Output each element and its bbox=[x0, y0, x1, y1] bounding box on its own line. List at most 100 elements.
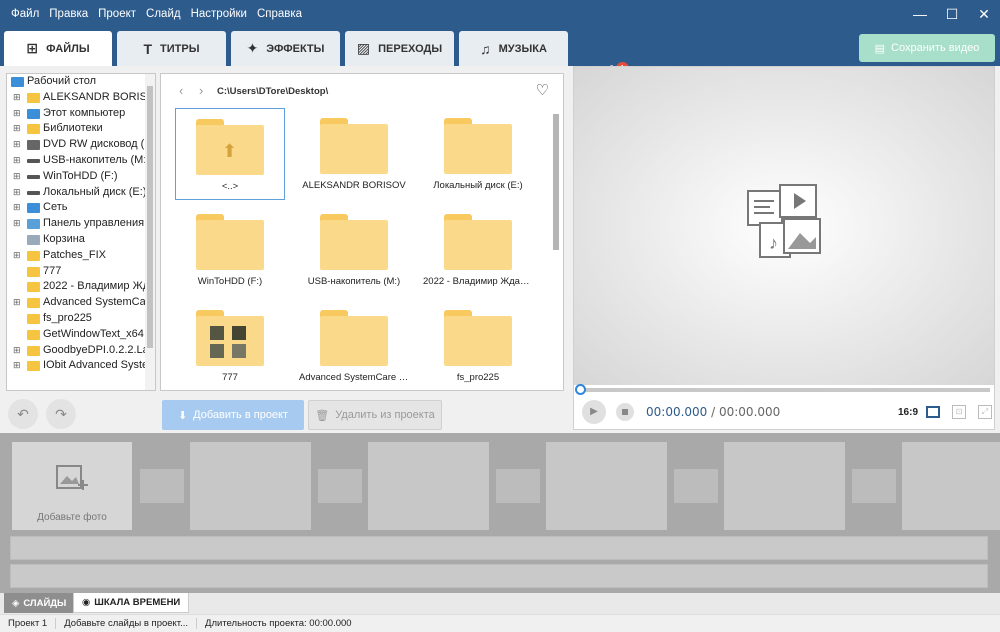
file-item-parent[interactable]: ⬆ <..> bbox=[175, 108, 285, 200]
snapshot-icon[interactable]: ⊡ bbox=[952, 405, 966, 419]
folder-icon bbox=[320, 214, 388, 270]
tree-item[interactable]: ⊞ Этот компьютер bbox=[7, 106, 155, 122]
audio-track[interactable] bbox=[10, 564, 988, 588]
empty-slide-slot[interactable] bbox=[902, 442, 1000, 530]
file-item[interactable]: WinToHDD (F:) bbox=[175, 204, 285, 296]
file-item[interactable]: USB-накопитель (M:) bbox=[299, 204, 409, 296]
tree-item[interactable]: Корзина bbox=[7, 232, 155, 248]
tab-effects[interactable]: ✦ ЭФФЕКТЫ bbox=[231, 31, 340, 66]
status-hint: Добавьте слайды в проект... bbox=[56, 618, 198, 629]
minimize-icon[interactable]: — bbox=[904, 0, 936, 28]
files-plus-icon: ⊞ bbox=[26, 40, 39, 56]
tree-item[interactable]: ⊞ Patches_FIX bbox=[7, 248, 155, 264]
forward-arrow-icon[interactable]: › bbox=[199, 83, 203, 98]
slides-timeline: Добавьте фото bbox=[0, 433, 1000, 593]
add-photo-slot[interactable]: Добавьте фото bbox=[12, 442, 132, 530]
maximize-icon[interactable]: ☐ bbox=[936, 0, 968, 28]
undo-button[interactable]: ↶ bbox=[8, 399, 38, 429]
computer-icon bbox=[27, 108, 40, 119]
tree-item[interactable]: ⊞ Панель управления bbox=[7, 216, 155, 232]
tree-root[interactable]: Рабочий стол bbox=[7, 74, 155, 90]
tree-item[interactable]: ⊞ Advanced SystemCar bbox=[7, 295, 155, 311]
tab-music[interactable]: ♫ МУЗЫКА bbox=[459, 31, 568, 66]
menu-slide[interactable]: Слайд bbox=[141, 0, 186, 28]
tree-item[interactable]: ⊞ WinToHDD (F:) bbox=[7, 169, 155, 185]
file-item[interactable]: Advanced SystemCare Pro... bbox=[299, 300, 409, 392]
tree-item[interactable]: ⊞ Сеть bbox=[7, 200, 155, 216]
save-icon: ▤ bbox=[874, 42, 886, 55]
files-scrollbar[interactable] bbox=[551, 114, 561, 390]
view-tabs: ◈ СЛАЙДЫ ◉ ШКАЛА ВРЕМЕНИ bbox=[0, 593, 1000, 614]
tab-transitions[interactable]: ▨ ПЕРЕХОДЫ bbox=[345, 31, 454, 66]
menu-settings[interactable]: Настройки bbox=[186, 0, 252, 28]
main-tabbar: ⊞ ФАЙЛЫ T ТИТРЫ ✦ ЭФФЕКТЫ ▨ ПЕРЕХОДЫ ♫ МУЗЫКА… bbox=[0, 28, 1000, 80]
file-item[interactable]: 777 bbox=[175, 300, 285, 392]
player-controls: ▶ 00:00.000 / 00:00.000 16:9 ⊡ ⤢ bbox=[582, 400, 992, 424]
desktop-icon bbox=[11, 77, 24, 87]
download-icon: ⬇ bbox=[177, 409, 188, 422]
tab-timeline[interactable]: ◉ ШКАЛА ВРЕМЕНИ bbox=[73, 593, 190, 613]
folder-icon bbox=[196, 214, 264, 270]
back-arrow-icon[interactable]: ‹ bbox=[179, 83, 183, 98]
tree-item[interactable]: ⊞ Локальный диск (E:) bbox=[7, 185, 155, 201]
drive-icon bbox=[27, 158, 40, 163]
fullscreen-icon[interactable]: ⤢ bbox=[978, 405, 992, 419]
play-button[interactable]: ▶ bbox=[582, 400, 606, 424]
menu-project[interactable]: Проект bbox=[93, 0, 141, 28]
tree-item[interactable]: 777 bbox=[7, 264, 155, 280]
effects-star-icon: ✦ bbox=[246, 40, 259, 56]
file-item[interactable]: 2022 - Владимир Ждамир... bbox=[423, 204, 533, 296]
empty-slide-slot[interactable] bbox=[724, 442, 845, 530]
folder-icon bbox=[320, 118, 388, 174]
status-bar: Проект 1 Добавьте слайды в проект... Дли… bbox=[0, 614, 1000, 632]
tree-item[interactable]: ⊞ Библиотеки bbox=[7, 121, 155, 137]
drive-icon bbox=[27, 174, 40, 179]
add-image-icon bbox=[56, 465, 88, 490]
folder-icon bbox=[27, 124, 40, 135]
folder-icon bbox=[444, 118, 512, 174]
tree-item[interactable]: 2022 - Владимир Жда bbox=[7, 279, 155, 295]
undo-icon: ↶ bbox=[17, 406, 29, 422]
heart-icon[interactable]: ♡ bbox=[536, 81, 549, 99]
file-item[interactable]: fs_pro225 bbox=[423, 300, 533, 392]
status-duration: Длительность проекта: 00:00.000 bbox=[205, 618, 352, 629]
files-panel: Рабочий стол ⊞ ALEKSANDR BORISOV ⊞ Этот ко… bbox=[0, 66, 570, 430]
empty-slide-slot[interactable] bbox=[190, 442, 311, 530]
menu-help[interactable]: Справка bbox=[252, 0, 307, 28]
tree-item[interactable]: ⊞ GoodbyeDPI.0.2.2.La bbox=[7, 343, 155, 359]
folder-icon bbox=[27, 282, 40, 293]
playback-progress[interactable] bbox=[575, 384, 990, 395]
audio-track[interactable] bbox=[10, 536, 988, 560]
redo-button[interactable]: ↷ bbox=[46, 399, 76, 429]
tree-item[interactable]: ⊞ USB-накопитель (M: bbox=[7, 153, 155, 169]
empty-slide-slot[interactable] bbox=[546, 442, 667, 530]
empty-slide-slot[interactable] bbox=[368, 442, 489, 530]
title-bar: Файл Правка Проект Слайд Настройки Справ… bbox=[0, 0, 1000, 28]
tab-files[interactable]: ⊞ ФАЙЛЫ bbox=[4, 31, 112, 66]
tree-item[interactable]: fs_pro225 bbox=[7, 311, 155, 327]
file-item[interactable]: ALEKSANDR BORISOV bbox=[299, 108, 409, 200]
add-to-project-button[interactable]: ⬇ Добавить в проект bbox=[162, 400, 304, 430]
tree-item[interactable]: GetWindowText_x64 bbox=[7, 327, 155, 343]
tab-slides[interactable]: ◈ СЛАЙДЫ bbox=[4, 593, 75, 613]
tree-item[interactable]: ⊞ IObit Advanced Syste bbox=[7, 358, 155, 374]
time-display: 00:00.000 / 00:00.000 bbox=[646, 405, 781, 419]
tree-scrollbar[interactable] bbox=[145, 74, 155, 390]
folder-icon bbox=[27, 92, 40, 103]
file-item[interactable]: Локальный диск (E:) bbox=[423, 108, 533, 200]
tree-item[interactable]: ⊞ DVD RW дисковод (I: bbox=[7, 137, 155, 153]
transitions-icon: ▨ bbox=[356, 40, 371, 56]
menu-file[interactable]: Файл bbox=[6, 0, 44, 28]
music-note-icon: ♫ bbox=[480, 40, 491, 57]
tab-titles[interactable]: T ТИТРЫ bbox=[117, 31, 226, 66]
close-icon[interactable]: ✕ bbox=[968, 0, 1000, 28]
stop-button[interactable] bbox=[616, 403, 634, 421]
menu-edit[interactable]: Правка bbox=[44, 0, 93, 28]
redo-icon: ↷ bbox=[55, 406, 67, 422]
progress-knob[interactable] bbox=[575, 384, 586, 395]
remove-from-project-button[interactable]: 🗑︎ Удалить из проекта bbox=[308, 400, 442, 430]
save-video-button[interactable]: ▤ Сохранить видео bbox=[859, 34, 995, 62]
aspect-frame-icon[interactable] bbox=[926, 406, 940, 418]
tree-item[interactable]: ⊞ ALEKSANDR BORISOV bbox=[7, 90, 155, 106]
aspect-ratio-label[interactable]: 16:9 bbox=[898, 407, 918, 418]
